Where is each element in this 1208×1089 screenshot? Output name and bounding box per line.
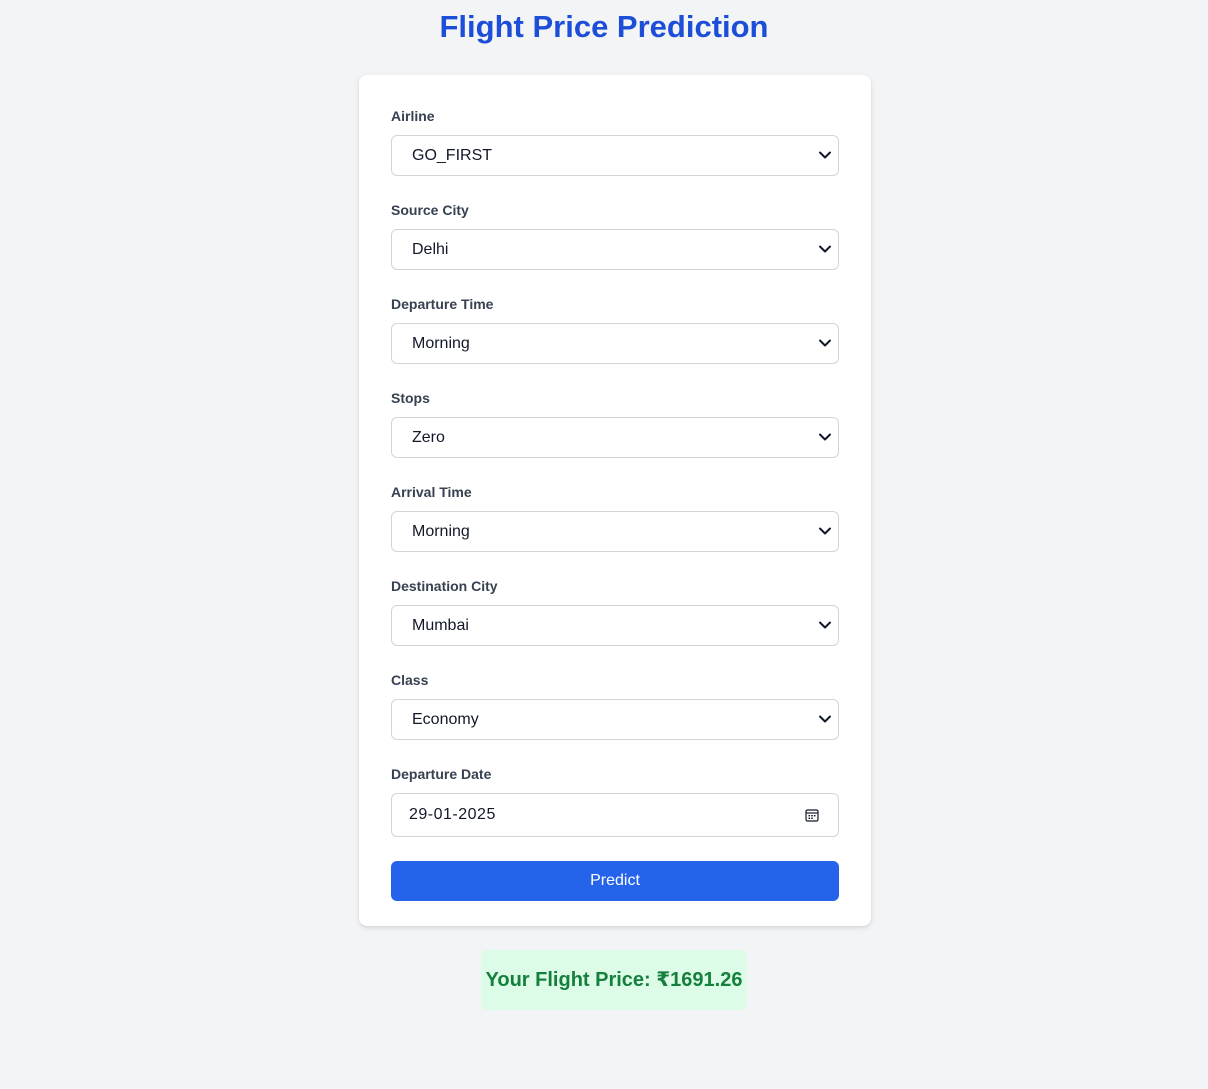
- destination-city-label: Destination City: [391, 578, 498, 594]
- departure-time-label: Departure Time: [391, 296, 494, 312]
- departure-time-selected-value: Morning: [412, 335, 470, 352]
- departure-date-value: 29-01-2025: [409, 806, 496, 823]
- source-city-label: Source City: [391, 202, 469, 218]
- stops-field: Stops Zero: [391, 389, 839, 458]
- calendar-icon[interactable]: [805, 808, 819, 822]
- page-title: Flight Price Prediction: [439, 9, 769, 44]
- destination-city-selected-value: Mumbai: [412, 617, 469, 634]
- stops-select[interactable]: Zero: [391, 417, 839, 458]
- predicted-price-result: Your Flight Price: ₹1691.26: [481, 950, 747, 1010]
- chevron-down-icon: [819, 433, 831, 441]
- stops-selected-value: Zero: [412, 429, 445, 446]
- source-city-select[interactable]: Delhi: [391, 229, 839, 270]
- airline-select[interactable]: GO_FIRST: [391, 135, 839, 176]
- class-field: Class Economy: [391, 671, 839, 740]
- airline-field: Airline GO_FIRST: [391, 107, 839, 176]
- arrival-time-field: Arrival Time Morning: [391, 483, 839, 552]
- arrival-time-selected-value: Morning: [412, 523, 470, 540]
- chevron-down-icon: [819, 715, 831, 723]
- prediction-form-card: Airline GO_FIRST Source City Delhi Depar…: [359, 75, 871, 926]
- airline-selected-value: GO_FIRST: [412, 147, 493, 164]
- source-city-field: Source City Delhi: [391, 201, 839, 270]
- chevron-down-icon: [819, 339, 831, 347]
- chevron-down-icon: [819, 527, 831, 535]
- departure-time-select[interactable]: Morning: [391, 323, 839, 364]
- departure-date-label: Departure Date: [391, 766, 492, 782]
- departure-date-input[interactable]: 29-01-2025: [391, 793, 839, 837]
- chevron-down-icon: [819, 245, 831, 253]
- airline-label: Airline: [391, 108, 435, 124]
- departure-date-field: Departure Date 29-01-2025: [391, 765, 839, 837]
- departure-time-field: Departure Time Morning: [391, 295, 839, 364]
- class-select[interactable]: Economy: [391, 699, 839, 740]
- destination-city-select[interactable]: Mumbai: [391, 605, 839, 646]
- stops-label: Stops: [391, 390, 430, 406]
- arrival-time-label: Arrival Time: [391, 484, 472, 500]
- chevron-down-icon: [819, 621, 831, 629]
- source-city-selected-value: Delhi: [412, 241, 449, 258]
- arrival-time-select[interactable]: Morning: [391, 511, 839, 552]
- predict-button[interactable]: Predict: [391, 861, 839, 901]
- destination-city-field: Destination City Mumbai: [391, 577, 839, 646]
- class-label: Class: [391, 672, 429, 688]
- chevron-down-icon: [819, 151, 831, 159]
- class-selected-value: Economy: [412, 711, 479, 728]
